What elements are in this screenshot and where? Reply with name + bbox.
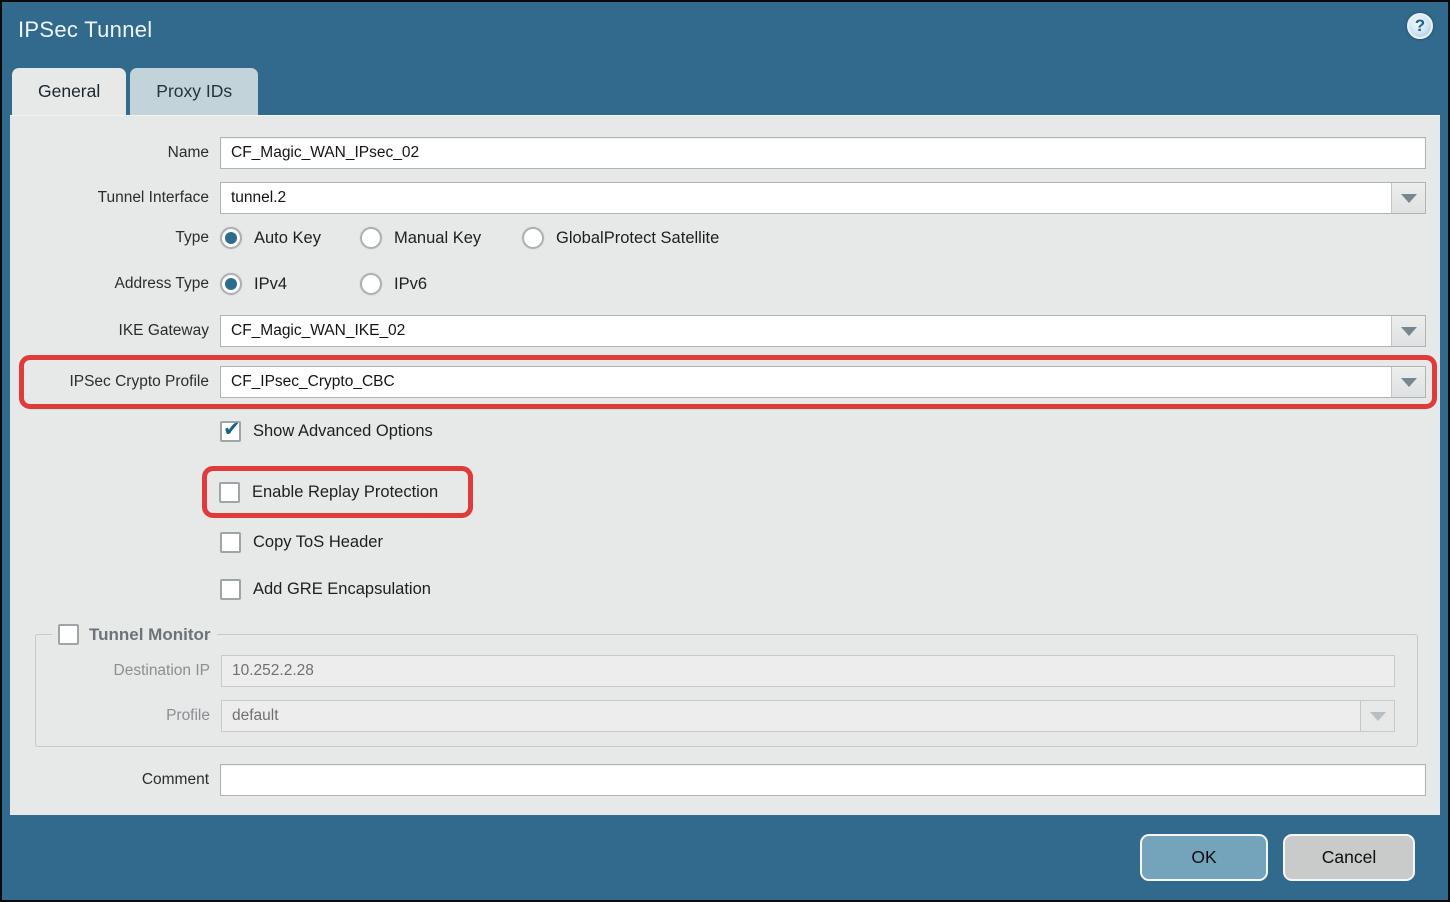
radio-manual-key[interactable]: Manual Key bbox=[360, 227, 522, 249]
ike-gateway-row: IKE Gateway CF_Magic_WAN_IKE_02 bbox=[30, 315, 1426, 347]
destination-ip-row: Destination IP 10.252.2.28 bbox=[50, 655, 1395, 687]
profile-value: default bbox=[222, 701, 1360, 731]
radio-auto-key[interactable]: Auto Key bbox=[220, 227, 360, 249]
ike-gateway-select[interactable]: CF_Magic_WAN_IKE_02 bbox=[220, 315, 1426, 347]
show-advanced-options-label: Show Advanced Options bbox=[253, 422, 433, 441]
chevron-down-icon bbox=[1370, 712, 1386, 721]
tunnel-interface-dropdown-button[interactable] bbox=[1391, 183, 1425, 213]
radio-auto-key-label: Auto Key bbox=[254, 229, 321, 248]
address-type-radio-group: IPv4 IPv6 bbox=[220, 273, 427, 295]
tunnel-interface-label: Tunnel Interface bbox=[30, 189, 209, 207]
name-row: Name CF_Magic_WAN_IPsec_02 bbox=[30, 137, 1426, 169]
radio-ipv6[interactable]: IPv6 bbox=[360, 273, 427, 295]
ipsec-crypto-profile-row: IPSec Crypto Profile CF_IPsec_Crypto_CBC bbox=[30, 366, 1426, 398]
tunnel-monitor-legend: Tunnel Monitor bbox=[52, 624, 217, 645]
general-tab-panel: Name CF_Magic_WAN_IPsec_02 Tunnel Interf… bbox=[10, 115, 1440, 815]
radio-ipv4-label: IPv4 bbox=[254, 275, 287, 294]
enable-replay-protection-row: Enable Replay Protection bbox=[219, 480, 438, 504]
chevron-down-icon bbox=[1401, 378, 1417, 387]
profile-dropdown-button bbox=[1360, 701, 1394, 731]
radio-globalprotect-satellite-label: GlobalProtect Satellite bbox=[556, 229, 719, 248]
ipsec-crypto-profile-value: CF_IPsec_Crypto_CBC bbox=[221, 367, 1391, 397]
name-input[interactable]: CF_Magic_WAN_IPsec_02 bbox=[220, 137, 1426, 169]
ipsec-crypto-profile-highlight-ring: IPSec Crypto Profile CF_IPsec_Crypto_CBC bbox=[19, 355, 1437, 409]
dialog-footer: OK Cancel bbox=[2, 815, 1448, 900]
tunnel-interface-row: Tunnel Interface tunnel.2 bbox=[30, 182, 1426, 214]
enable-replay-protection-label: Enable Replay Protection bbox=[252, 483, 438, 502]
radio-manual-key-label: Manual Key bbox=[394, 229, 481, 248]
radio-auto-key-icon[interactable] bbox=[220, 227, 242, 249]
show-advanced-options-row: Show Advanced Options bbox=[220, 419, 1426, 443]
type-radio-group: Auto Key Manual Key GlobalProtect Satell… bbox=[220, 227, 719, 249]
ike-gateway-label: IKE Gateway bbox=[30, 322, 209, 340]
comment-row: Comment bbox=[30, 764, 1426, 796]
ipsec-crypto-profile-select[interactable]: CF_IPsec_Crypto_CBC bbox=[220, 366, 1426, 398]
radio-manual-key-icon[interactable] bbox=[360, 227, 382, 249]
comment-label: Comment bbox=[30, 771, 209, 789]
chevron-down-icon bbox=[1401, 194, 1417, 203]
tunnel-monitor-checkbox[interactable] bbox=[58, 624, 79, 645]
radio-ipv4-icon[interactable] bbox=[220, 273, 242, 295]
tunnel-interface-select[interactable]: tunnel.2 bbox=[220, 182, 1426, 214]
profile-label: Profile bbox=[50, 707, 210, 725]
add-gre-encapsulation-row: Add GRE Encapsulation bbox=[220, 577, 1426, 601]
titlebar: IPSec Tunnel ? bbox=[2, 2, 1448, 66]
radio-ipv4[interactable]: IPv4 bbox=[220, 273, 360, 295]
show-advanced-options-checkbox[interactable] bbox=[220, 421, 241, 442]
ike-gateway-value: CF_Magic_WAN_IKE_02 bbox=[221, 316, 1391, 346]
comment-input[interactable] bbox=[220, 764, 1426, 796]
help-icon[interactable]: ? bbox=[1407, 13, 1433, 39]
tab-general[interactable]: General bbox=[12, 68, 126, 115]
tab-bar: General Proxy IDs bbox=[2, 66, 1448, 115]
name-label: Name bbox=[30, 144, 209, 162]
address-type-row: Address Type IPv4 IPv6 bbox=[30, 273, 1426, 295]
radio-ipv6-label: IPv6 bbox=[394, 275, 427, 294]
radio-ipv6-icon[interactable] bbox=[360, 273, 382, 295]
add-gre-encapsulation-label: Add GRE Encapsulation bbox=[253, 580, 431, 599]
address-type-label: Address Type bbox=[30, 275, 209, 293]
type-label: Type bbox=[30, 229, 209, 247]
radio-globalprotect-satellite-icon[interactable] bbox=[522, 227, 544, 249]
ipsec-crypto-profile-label: IPSec Crypto Profile bbox=[30, 373, 209, 391]
profile-select: default bbox=[221, 700, 1395, 732]
ike-gateway-dropdown-button[interactable] bbox=[1391, 316, 1425, 346]
cancel-button[interactable]: Cancel bbox=[1283, 834, 1415, 881]
dialog-title: IPSec Tunnel bbox=[18, 17, 152, 43]
chevron-down-icon bbox=[1401, 327, 1417, 336]
radio-globalprotect-satellite[interactable]: GlobalProtect Satellite bbox=[522, 227, 719, 249]
profile-row: Profile default bbox=[50, 700, 1395, 732]
tunnel-monitor-label: Tunnel Monitor bbox=[89, 625, 211, 645]
destination-ip-label: Destination IP bbox=[50, 662, 210, 680]
tab-proxy-ids[interactable]: Proxy IDs bbox=[130, 68, 258, 115]
copy-tos-header-row: Copy ToS Header bbox=[220, 530, 1426, 554]
ipsec-crypto-profile-dropdown-button[interactable] bbox=[1391, 367, 1425, 397]
enable-replay-protection-checkbox[interactable] bbox=[219, 482, 240, 503]
copy-tos-header-checkbox[interactable] bbox=[220, 532, 241, 553]
enable-replay-protection-highlight-ring: Enable Replay Protection bbox=[202, 466, 473, 518]
destination-ip-input: 10.252.2.28 bbox=[221, 655, 1395, 687]
ipsec-tunnel-dialog: IPSec Tunnel ? General Proxy IDs Name CF… bbox=[0, 0, 1450, 902]
tunnel-monitor-fieldset: Tunnel Monitor Destination IP 10.252.2.2… bbox=[35, 624, 1418, 747]
type-row: Type Auto Key Manual Key GlobalProtect S… bbox=[30, 227, 1426, 249]
add-gre-encapsulation-checkbox[interactable] bbox=[220, 579, 241, 600]
ok-button[interactable]: OK bbox=[1140, 834, 1268, 881]
tunnel-interface-value: tunnel.2 bbox=[221, 183, 1391, 213]
copy-tos-header-label: Copy ToS Header bbox=[253, 533, 383, 552]
